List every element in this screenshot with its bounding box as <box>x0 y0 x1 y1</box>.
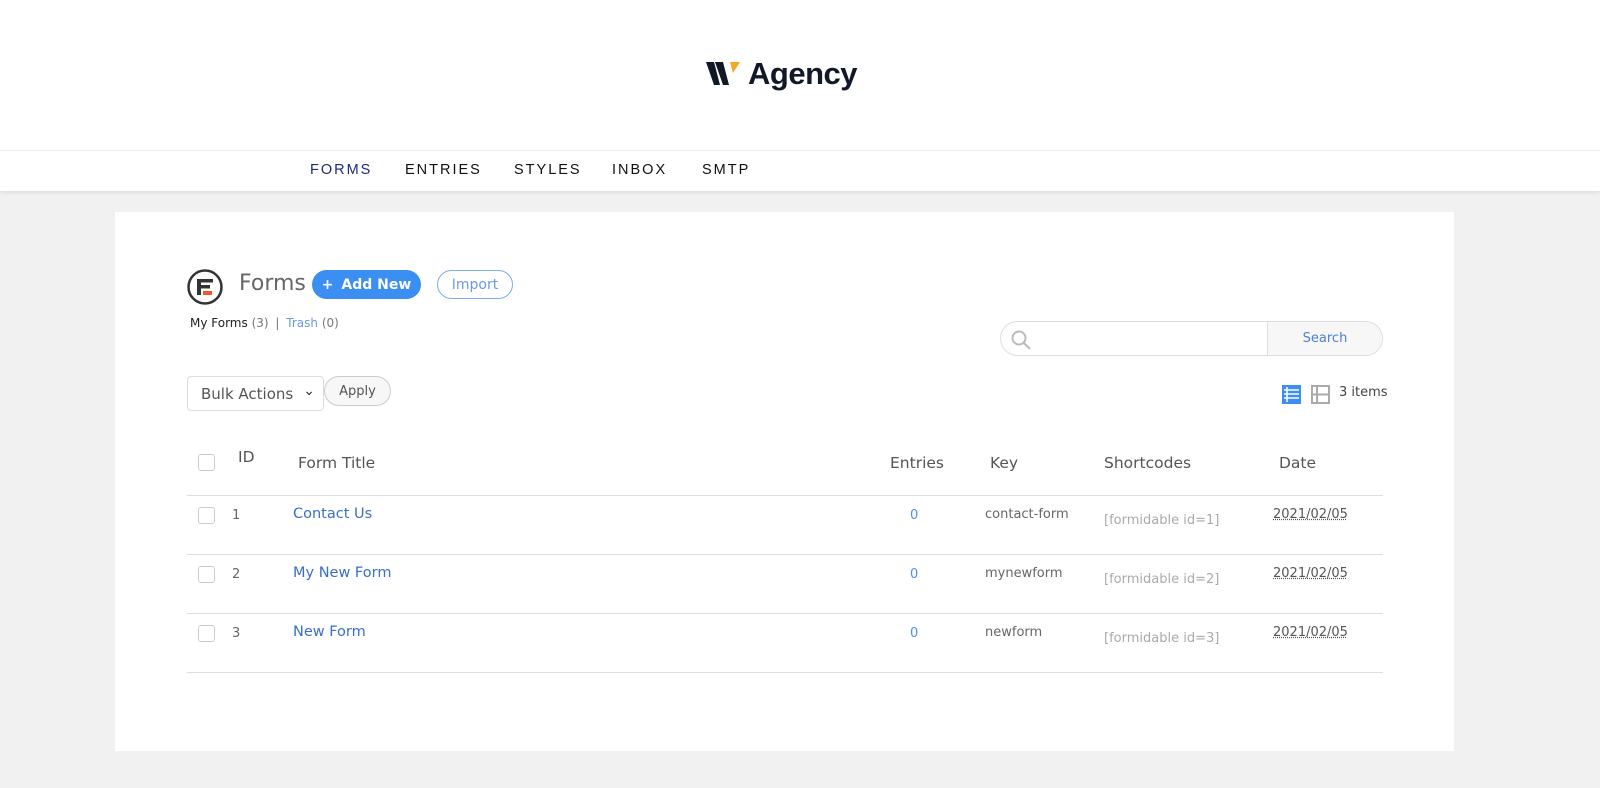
items-count: 3 items <box>1339 385 1388 400</box>
divider <box>187 554 1383 555</box>
form-key: newform <box>985 625 1043 640</box>
divider <box>187 672 1383 673</box>
list-view-icon[interactable] <box>1282 385 1301 404</box>
form-title-link[interactable]: My New Form <box>293 565 391 581</box>
row-id: 1 <box>232 508 241 523</box>
form-key: mynewform <box>985 566 1063 581</box>
search-box: Search <box>1000 321 1383 356</box>
form-date: 2021/02/05 <box>1273 625 1348 640</box>
shortcode: [formidable id=1] <box>1104 513 1220 528</box>
row-checkbox[interactable] <box>198 507 215 524</box>
search-icon <box>1011 330 1031 350</box>
form-date: 2021/02/05 <box>1273 566 1348 581</box>
my-forms-link[interactable]: My Forms <box>190 316 248 330</box>
column-key[interactable]: Key <box>990 454 1018 472</box>
trash-link[interactable]: Trash <box>286 316 318 330</box>
chevron-down-icon: ⌄ <box>303 383 315 399</box>
select-all-checkbox[interactable] <box>198 454 215 471</box>
entries-count-link[interactable]: 0 <box>910 508 918 523</box>
main-nav: FORMS ENTRIES STYLES INBOX SMTP <box>0 150 1600 191</box>
column-id[interactable]: ID <box>238 448 255 466</box>
plus-icon: + <box>321 276 334 293</box>
form-title-link[interactable]: New Form <box>293 624 366 640</box>
form-title-link[interactable]: Contact Us <box>293 506 372 522</box>
add-new-label: Add New <box>341 276 412 293</box>
page-title: Forms <box>239 271 306 296</box>
nav-smtp[interactable]: SMTP <box>702 162 750 178</box>
row-checkbox[interactable] <box>198 566 215 583</box>
row-checkbox[interactable] <box>198 625 215 642</box>
nav-styles[interactable]: STYLES <box>514 162 582 178</box>
bulk-actions-select[interactable]: Bulk Actions ⌄ <box>187 376 324 411</box>
brand-name: Agency <box>748 56 857 91</box>
column-date[interactable]: Date <box>1279 454 1316 472</box>
formidable-icon <box>187 269 223 305</box>
nav-inbox[interactable]: INBOX <box>612 162 667 178</box>
divider <box>187 495 1383 496</box>
w-logo-icon <box>706 62 740 85</box>
form-key: contact-form <box>985 507 1069 522</box>
trash-count: (0) <box>321 316 339 330</box>
entries-count-link[interactable]: 0 <box>910 626 918 641</box>
my-forms-count: (3) <box>251 316 269 330</box>
row-id: 2 <box>232 567 241 582</box>
nav-forms[interactable]: FORMS <box>310 162 372 178</box>
divider <box>187 613 1383 614</box>
shortcode: [formidable id=2] <box>1104 572 1220 587</box>
apply-button[interactable]: Apply <box>324 376 391 406</box>
column-form-title[interactable]: Form Title <box>298 454 375 472</box>
excerpt-view-icon[interactable] <box>1311 385 1330 404</box>
separator: | <box>275 316 280 330</box>
row-id: 3 <box>232 626 241 641</box>
bulk-actions-label: Bulk Actions <box>201 384 294 403</box>
import-button[interactable]: Import <box>437 270 513 299</box>
nav-entries[interactable]: ENTRIES <box>405 162 482 178</box>
search-input[interactable] <box>1037 322 1267 355</box>
column-entries[interactable]: Entries <box>890 454 944 472</box>
site-header: Agency <box>0 0 1600 150</box>
entries-count-link[interactable]: 0 <box>910 567 918 582</box>
view-filters: My Forms (3) | Trash (0) <box>190 316 339 330</box>
shortcode: [formidable id=3] <box>1104 631 1220 646</box>
form-date: 2021/02/05 <box>1273 507 1348 522</box>
add-new-button[interactable]: + Add New <box>312 270 421 299</box>
column-shortcodes: Shortcodes <box>1104 454 1192 472</box>
search-button[interactable]: Search <box>1267 322 1382 355</box>
site-logo[interactable]: Agency <box>706 56 857 92</box>
